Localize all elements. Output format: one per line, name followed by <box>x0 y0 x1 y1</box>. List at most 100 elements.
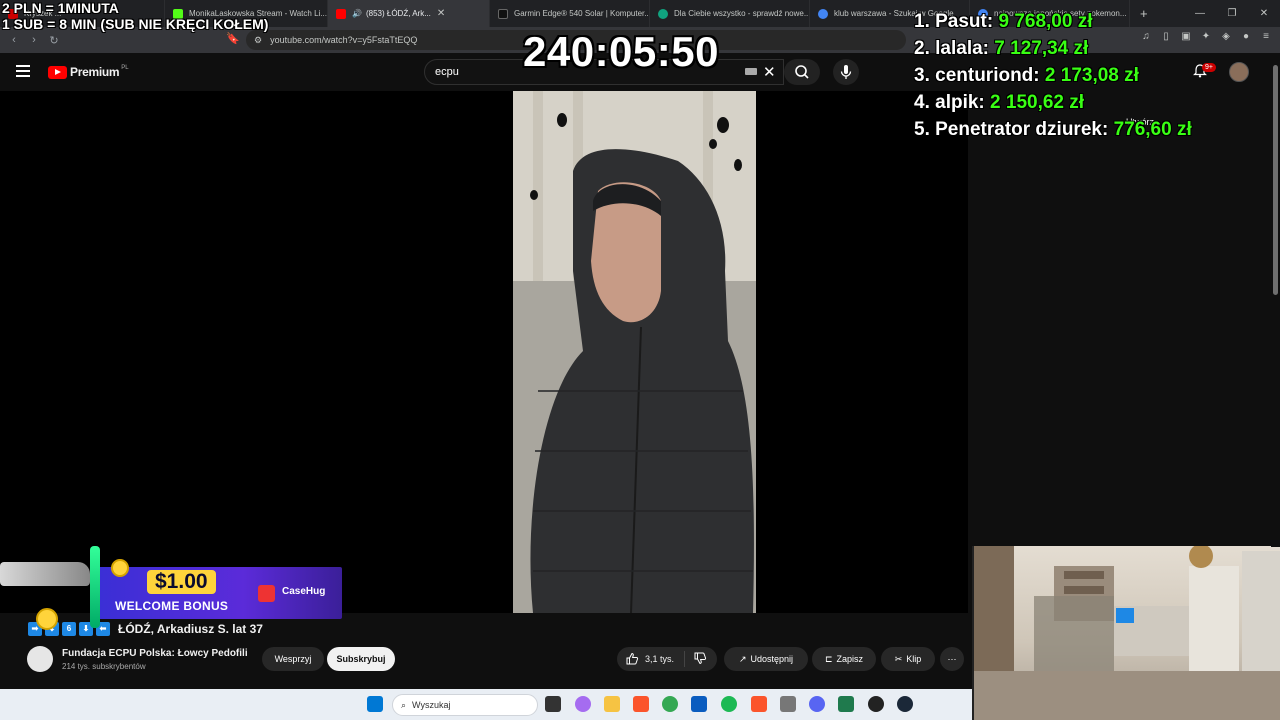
save-button[interactable]: ⊏ Zapisz <box>812 647 876 671</box>
search-icon: ⌕ <box>401 699 407 710</box>
scissors-icon: ✂ <box>894 653 903 664</box>
bookmark-save-icon: ⊏ <box>824 653 833 664</box>
sponsor-banner: $1.00 WELCOME BONUS CaseHug <box>0 546 342 630</box>
copilot-icon[interactable] <box>575 696 591 712</box>
thumbs-up-icon <box>626 652 639 665</box>
spreadsheet-icon[interactable] <box>838 696 854 712</box>
guide-menu-icon[interactable] <box>16 65 30 80</box>
profile-icon[interactable]: ● <box>1240 31 1252 43</box>
leaderboard-row: 4. alpik: 2 150,62 zł <box>914 89 1192 116</box>
store-icon[interactable] <box>691 696 707 712</box>
task-view-icon[interactable] <box>545 696 561 712</box>
back-icon[interactable]: ‹ <box>4 34 24 46</box>
file-explorer-icon[interactable] <box>604 696 620 712</box>
brave-browser-icon[interactable] <box>633 696 649 712</box>
support-button[interactable]: Wesprzyj <box>262 647 324 671</box>
webcam-feed <box>972 546 1280 720</box>
logo-country: PL <box>121 65 129 71</box>
tab-label: Dla Ciebie wszystko - sprawdź nowe... <box>674 9 810 18</box>
casehug-logo-icon <box>258 585 275 602</box>
taskbar-search-placeholder: Wyszukaj <box>412 700 451 710</box>
clear-search-icon[interactable]: ✕ <box>763 63 776 81</box>
donor-amount: 2 173,08 zł <box>1044 65 1139 86</box>
share-icon: ↗ <box>738 653 747 664</box>
donor-name: 3. centuriond: <box>914 65 1040 86</box>
keyboard-icon[interactable] <box>745 68 757 75</box>
brave-browser-icon[interactable] <box>751 696 767 712</box>
like-dislike-group: 3,1 tys. <box>617 647 717 671</box>
forward-icon[interactable]: › <box>24 34 44 46</box>
speaker-icon: 🔊 <box>352 9 362 18</box>
donation-rules-overlay: 2 PLN = 1MINUTA 1 SUB = 8 MIN (SUB NIE K… <box>2 0 268 32</box>
youtube-play-icon <box>48 65 67 79</box>
avatar[interactable] <box>1229 62 1249 82</box>
reload-icon[interactable]: ↻ <box>44 34 64 47</box>
webcam-image <box>974 546 1280 720</box>
thumbs-down-icon <box>694 652 707 665</box>
knife-skin-image <box>90 546 100 628</box>
share-label: Udostępnij <box>750 654 794 664</box>
subscribe-button[interactable]: Subskrybuj <box>327 647 395 671</box>
leaderboard-row: 3. centuriond: 2 173,08 zł <box>914 62 1192 89</box>
maximize-icon[interactable]: ❐ <box>1216 8 1248 19</box>
video-player[interactable] <box>0 91 968 613</box>
donor-amount: 9 768,00 zł <box>998 11 1093 32</box>
window-controls: — ❐ ✕ <box>1184 0 1280 27</box>
close-window-icon[interactable]: ✕ <box>1248 8 1280 19</box>
voice-search-button[interactable] <box>833 59 859 85</box>
mic-icon <box>840 65 852 79</box>
clip-button[interactable]: ✂ Klip <box>881 647 935 671</box>
browser-tab-4[interactable]: Garmin Edge® 540 Solar | Komputer... <box>490 0 650 27</box>
donor-name: 4. alpik: <box>914 92 985 113</box>
obs-icon[interactable] <box>868 696 884 712</box>
spotify-icon[interactable] <box>721 696 737 712</box>
site-info-icon[interactable]: ⚙ <box>254 35 262 46</box>
promo-amount: $1.00 <box>147 570 216 594</box>
more-icon: ⋯ <box>947 653 957 664</box>
dislike-button[interactable] <box>685 651 707 667</box>
search-button[interactable] <box>784 59 820 85</box>
calculator-icon[interactable] <box>780 696 796 712</box>
google-icon <box>818 8 828 19</box>
youtube-icon <box>336 8 346 19</box>
rule-pln: 2 PLN = 1MINUTA <box>2 0 119 16</box>
share-button[interactable]: ↗ Udostępnij <box>724 647 808 671</box>
leaderboard-row: 5. Penetrator dziurek: 776,60 zł <box>914 116 1192 143</box>
extension-icon[interactable]: ✦ <box>1200 31 1212 43</box>
clip-label: Klip <box>906 654 922 664</box>
channel-avatar[interactable] <box>27 646 53 672</box>
video-image <box>513 91 756 613</box>
subathon-timer: 240:05:50 <box>523 28 719 75</box>
taskbar-search[interactable]: ⌕ Wyszukaj <box>392 694 538 716</box>
donor-amount: 776,60 zł <box>1113 119 1192 140</box>
promo-brand: CaseHug <box>282 586 326 597</box>
discord-icon[interactable] <box>809 696 825 712</box>
close-tab-icon[interactable]: ✕ <box>437 8 445 19</box>
url-text: youtube.com/watch?v=y5FstaTtEQQ <box>270 35 418 45</box>
windows-start-icon[interactable] <box>367 696 383 712</box>
menu-icon[interactable]: ≡ <box>1260 31 1272 43</box>
donation-leaderboard: 1. Pasut: 9 768,00 zł 2. lalala: 7 127,3… <box>914 8 1192 143</box>
video-frame <box>513 91 756 613</box>
steam-icon[interactable] <box>897 696 913 712</box>
scrollbar-thumb[interactable] <box>1273 65 1278 295</box>
more-actions-button[interactable]: ⋯ <box>940 647 964 671</box>
garmin-icon <box>498 8 508 19</box>
bookmark-icon[interactable]: 🔖 <box>226 32 240 45</box>
tab-label: Garmin Edge® 540 Solar | Komputer... <box>514 9 650 18</box>
browser-tab-active[interactable]: 🔊 (853) ŁÓDŹ, Ark... ✕ <box>328 0 490 27</box>
channel-name[interactable]: Fundacja ECPU Polska: Łowcy Pedofili <box>62 648 248 659</box>
donor-amount: 2 150,62 zł <box>990 92 1085 113</box>
youtube-logo[interactable]: Premium PL <box>48 65 129 79</box>
shield-icon[interactable]: ◈ <box>1220 31 1232 43</box>
windows-taskbar: ⌕ Wyszukaj <box>0 689 972 720</box>
screen: Kryszek ... MonikaLaskowska Stream - Wat… <box>0 0 1280 720</box>
weapon-skin-image <box>0 562 90 586</box>
logo-word: Premium <box>70 65 120 79</box>
page-scrollbar[interactable] <box>1271 53 1280 547</box>
chrome-icon[interactable] <box>662 696 678 712</box>
channel-subscriber-count: 214 tys. subskrybentów <box>62 662 146 671</box>
browser-tab-5[interactable]: Dla Ciebie wszystko - sprawdź nowe... <box>650 0 810 27</box>
donor-name: 2. lalala: <box>914 38 989 59</box>
like-button[interactable]: 3,1 tys. <box>617 651 686 667</box>
